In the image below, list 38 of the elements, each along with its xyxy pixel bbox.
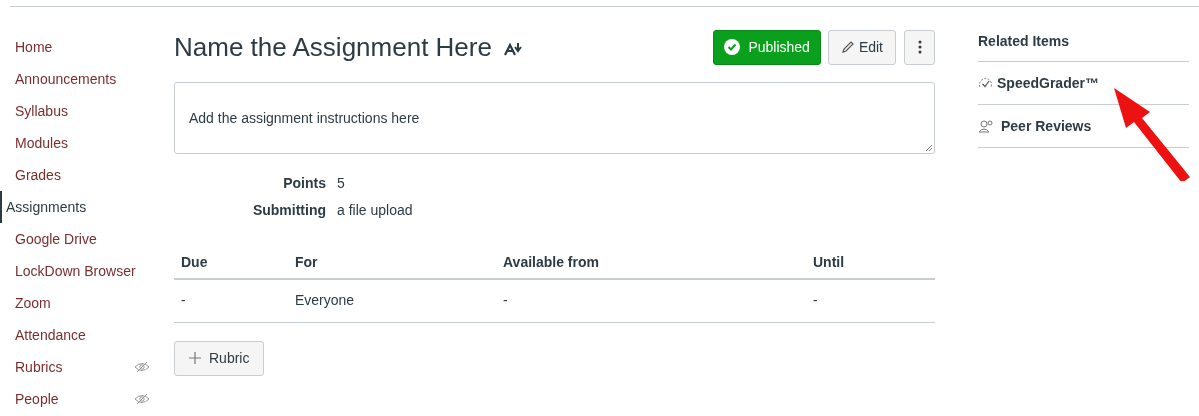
table-cell: - xyxy=(503,292,508,309)
sidebar-item[interactable]: Home xyxy=(0,31,170,63)
sidebar-item[interactable]: Assignments xyxy=(0,191,170,223)
sidebar-item[interactable]: Announcements xyxy=(0,63,170,95)
detail-value: a file upload xyxy=(337,201,414,220)
sidebar-item[interactable]: Rubrics xyxy=(0,351,170,383)
sidebar-item[interactable]: Grades xyxy=(0,159,170,191)
column-header: Available from xyxy=(503,254,599,270)
sidebar-item[interactable]: Modules xyxy=(0,127,170,159)
column-header: Until xyxy=(813,254,845,270)
column-header: Due xyxy=(181,254,208,270)
people-icon xyxy=(978,119,994,133)
pencil-icon xyxy=(840,40,855,54)
text-size-icon xyxy=(503,42,522,56)
assignment-description: Add the assignment instructions here xyxy=(189,108,420,128)
table-cell: Everyone xyxy=(295,292,355,309)
more-vertical-icon xyxy=(917,40,922,54)
resize-handle-icon[interactable] xyxy=(925,144,933,152)
assignment-title: Name the Assignment Here xyxy=(174,30,492,64)
check-circle-icon xyxy=(724,39,741,55)
speedometer-check-icon xyxy=(978,76,993,90)
detail-label: Points xyxy=(282,174,326,193)
sidebar-item[interactable]: Google Drive xyxy=(0,223,170,255)
sidebar-item[interactable]: Attendance xyxy=(0,319,170,351)
published-button[interactable]: Published xyxy=(713,29,821,65)
table-cell: - xyxy=(181,292,186,309)
sidebar-item[interactable]: Zoom xyxy=(0,287,170,319)
table-cell: - xyxy=(813,292,818,309)
sidebar-item[interactable]: Syllabus xyxy=(0,95,170,127)
sidebar-item[interactable]: People xyxy=(0,383,170,415)
add-rubric-button[interactable]: Rubric xyxy=(174,340,265,376)
related-items-heading: Related Items xyxy=(978,31,1189,62)
edit-button[interactable]: Edit xyxy=(827,29,896,65)
detail-value: 5 xyxy=(337,174,346,193)
sidebar-item[interactable]: LockDown Browser xyxy=(0,255,170,287)
plus-icon xyxy=(189,352,201,364)
column-header: For xyxy=(295,254,318,270)
detail-label: Submitting xyxy=(251,201,326,220)
